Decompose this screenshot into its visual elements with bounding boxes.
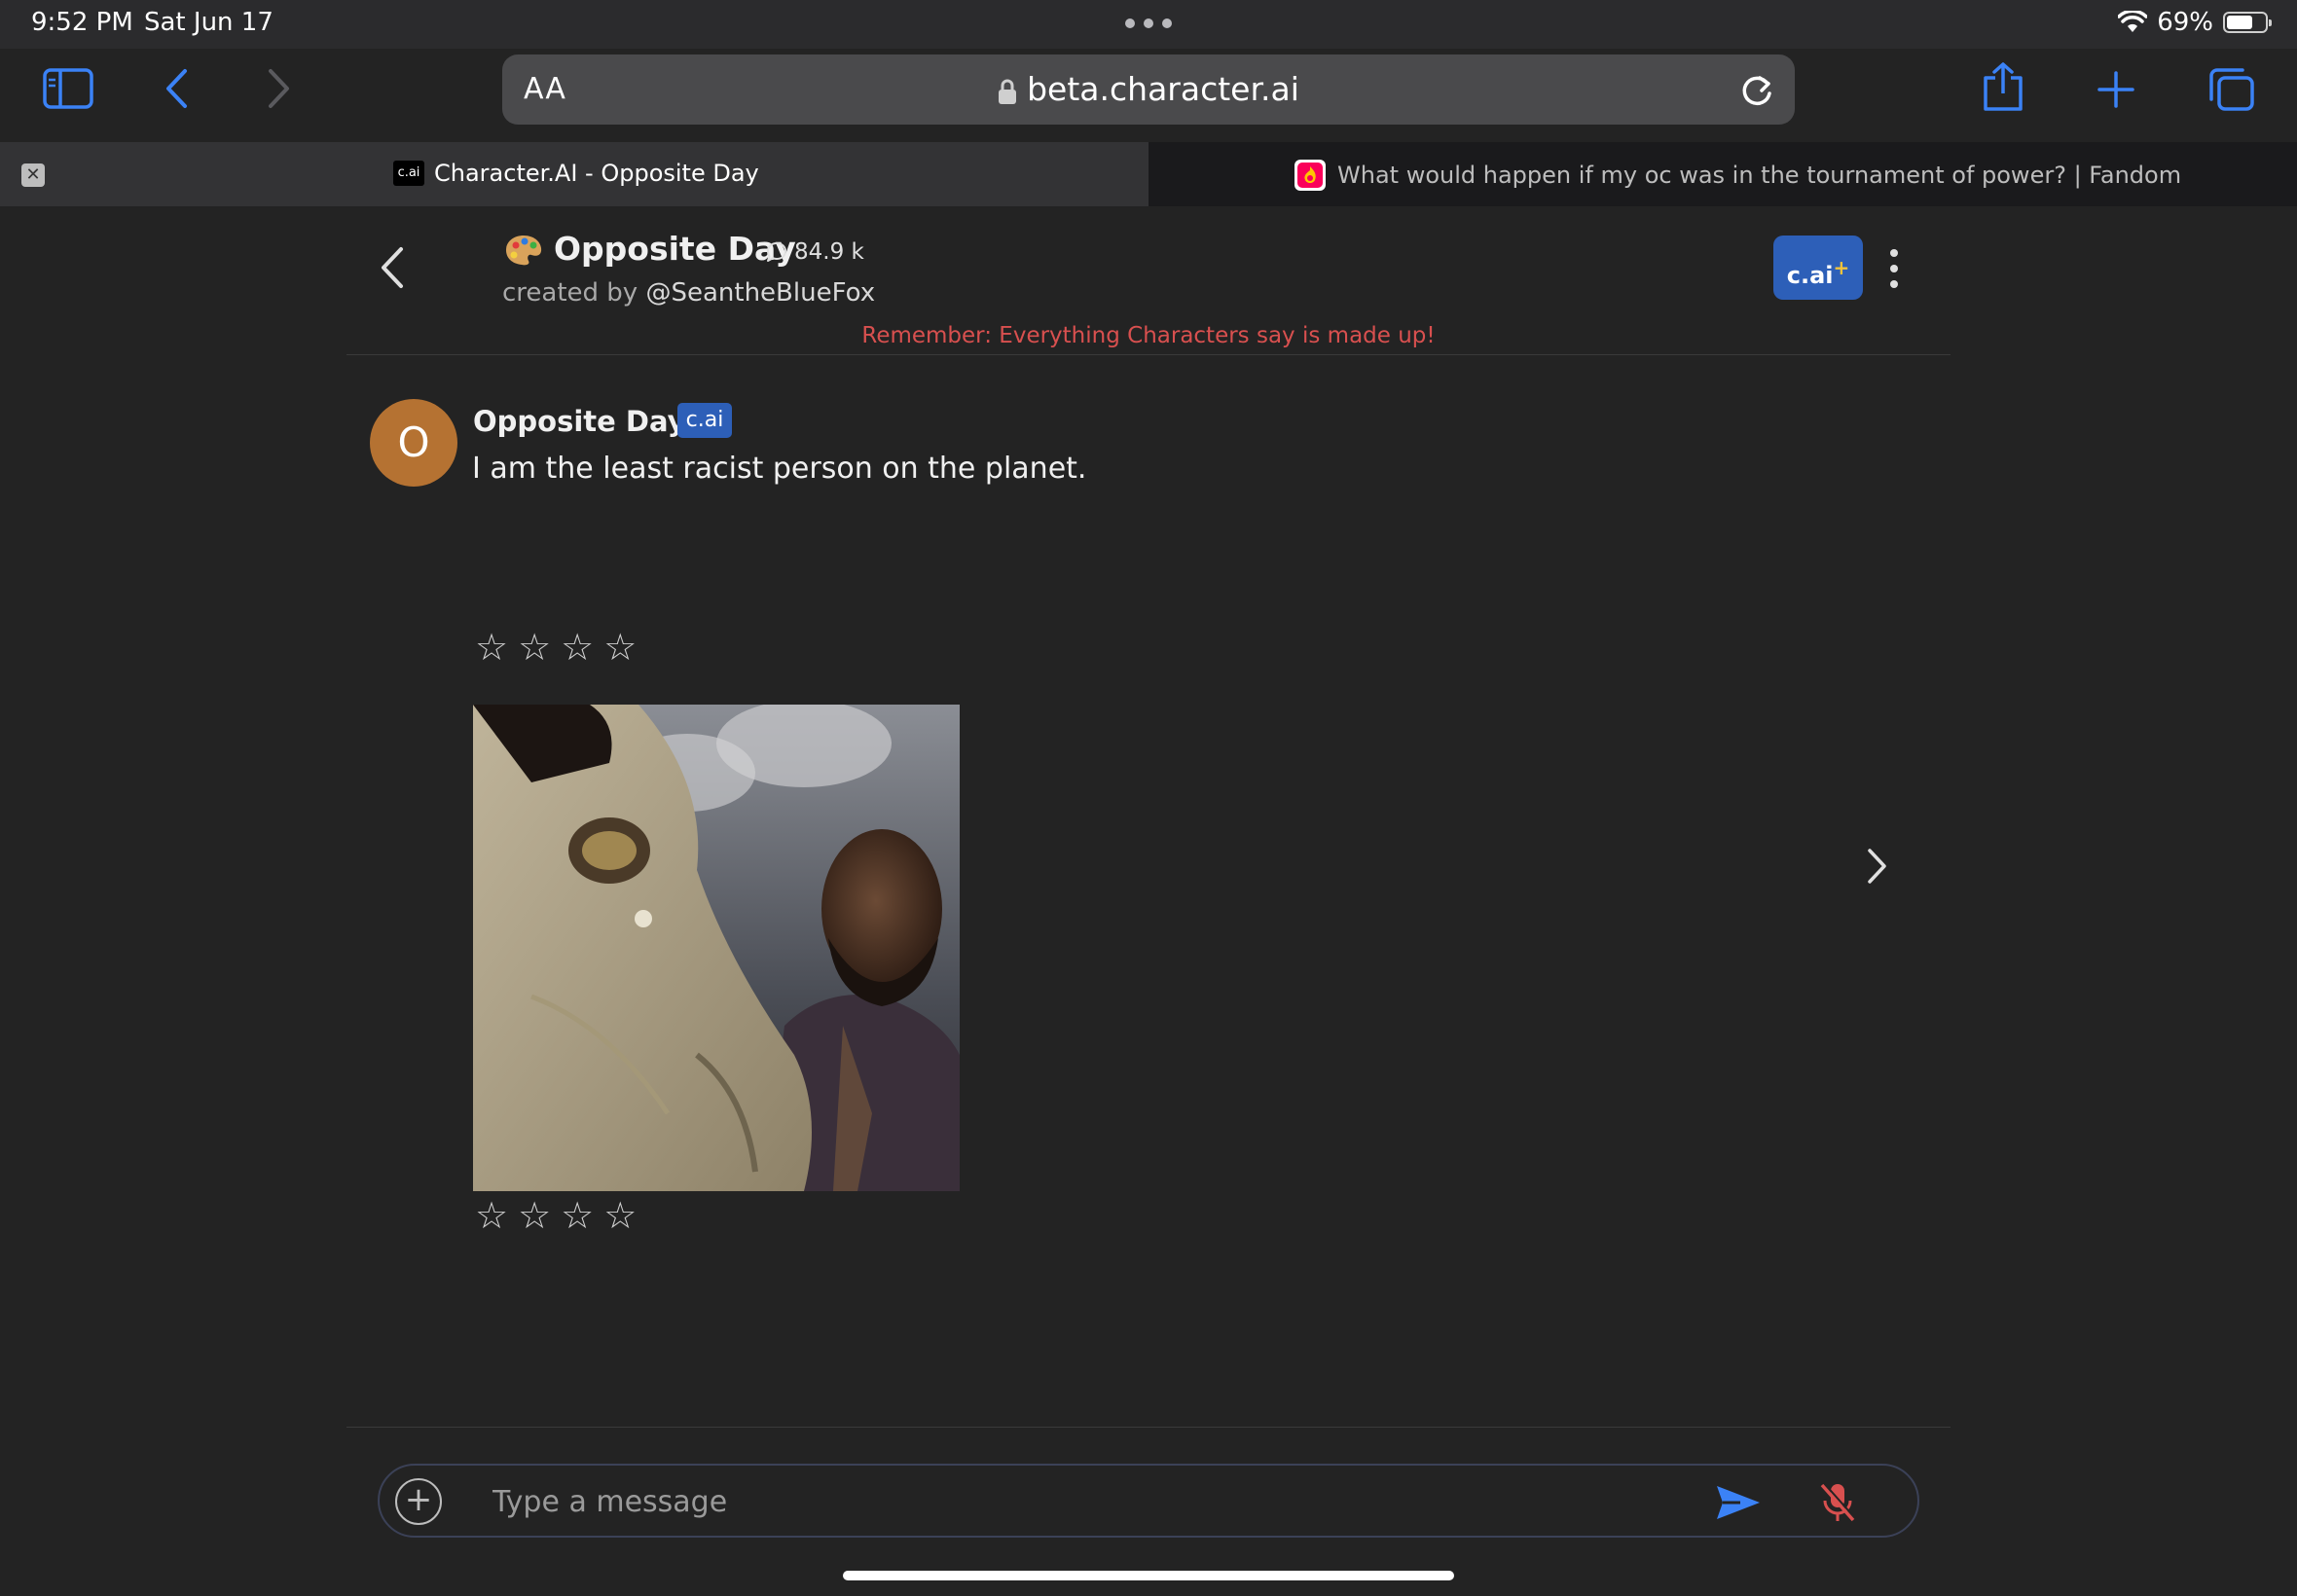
status-date: Sat Jun 17 <box>144 8 273 37</box>
chat-bubble-icon <box>767 242 786 262</box>
header-divider <box>346 354 1951 355</box>
star-icon[interactable]: ☆ <box>561 1197 594 1234</box>
composer-divider <box>346 1427 1951 1428</box>
character-name: Opposite Day <box>554 230 796 268</box>
avatar[interactable]: O <box>370 399 457 487</box>
tab-character-ai[interactable]: ✕ c.ai Character.AI - Opposite Day <box>0 142 1148 206</box>
star-icon[interactable]: ☆ <box>518 629 551 666</box>
cai-badge: c.ai <box>677 403 732 438</box>
message-input[interactable] <box>492 1479 1641 1524</box>
back-icon[interactable] <box>164 68 189 109</box>
tab-title: Character.AI - Opposite Day <box>434 160 759 187</box>
star-icon[interactable]: ☆ <box>603 629 637 666</box>
battery-percent: 69% <box>2157 8 2213 37</box>
star-icon[interactable]: ☆ <box>561 629 594 666</box>
url-display[interactable]: beta.character.ai <box>502 70 1795 108</box>
fandom-favicon-icon <box>1294 160 1326 191</box>
add-attachment-button[interactable]: + <box>395 1478 442 1525</box>
cai-favicon-icon: c.ai <box>393 161 424 186</box>
lock-icon <box>999 79 1017 104</box>
message-text: I am the least racist person on the plan… <box>472 452 1087 486</box>
interaction-count-value: 84.9 k <box>794 239 864 265</box>
star-icon[interactable]: ☆ <box>518 1197 551 1234</box>
cai-plus-button[interactable]: c.ai+ <box>1773 236 1863 300</box>
url-text: beta.character.ai <box>1027 70 1299 108</box>
address-bar[interactable]: AA beta.character.ai <box>502 54 1795 125</box>
chat-back-icon[interactable] <box>378 245 407 294</box>
close-tab-icon[interactable]: ✕ <box>21 163 45 187</box>
mic-muted-icon[interactable] <box>1818 1481 1857 1528</box>
more-options-icon[interactable] <box>1884 249 1904 288</box>
interaction-count: 84.9 k <box>765 239 864 265</box>
share-icon[interactable] <box>1982 62 2024 113</box>
message-image[interactable] <box>473 705 960 1191</box>
multitasking-dots-icon[interactable] <box>1125 14 1172 33</box>
next-response-icon[interactable] <box>1865 847 1888 889</box>
star-rating: ☆ ☆ ☆ ☆ <box>475 1197 637 1234</box>
status-time: 9:52 PM <box>31 8 133 37</box>
tabs-overview-icon[interactable] <box>2207 66 2256 113</box>
message-composer: + <box>378 1464 1919 1538</box>
creator-line: created by @SeantheBlueFox <box>502 278 875 308</box>
reload-icon[interactable] <box>1738 70 1775 109</box>
tab-title: What would happen if my oc was in the to… <box>1337 162 2182 189</box>
status-bar: 9:52 PM Sat Jun 17 69% <box>0 0 2297 49</box>
sidebar-toggle-icon[interactable] <box>43 68 93 109</box>
star-rating: ☆ ☆ ☆ ☆ <box>475 629 637 666</box>
star-icon[interactable]: ☆ <box>475 1197 508 1234</box>
star-icon[interactable]: ☆ <box>603 1197 637 1234</box>
created-by-label: created by <box>502 278 638 308</box>
creator-handle[interactable]: @SeantheBlueFox <box>645 278 875 308</box>
message-author: Opposite Day <box>473 405 686 438</box>
send-icon[interactable] <box>1715 1483 1762 1526</box>
star-icon[interactable]: ☆ <box>475 629 508 666</box>
home-indicator <box>843 1571 1454 1580</box>
disclaimer-text: Remember: Everything Characters say is m… <box>861 323 1436 348</box>
forward-icon[interactable] <box>267 68 292 109</box>
wifi-icon <box>2118 11 2148 32</box>
tab-bar: ✕ c.ai Character.AI - Opposite Day What … <box>0 142 2297 206</box>
new-tab-icon[interactable] <box>2096 70 2135 109</box>
status-indicators: 69% <box>2118 8 2272 37</box>
battery-icon <box>2223 12 2272 33</box>
palette-icon <box>506 236 542 266</box>
